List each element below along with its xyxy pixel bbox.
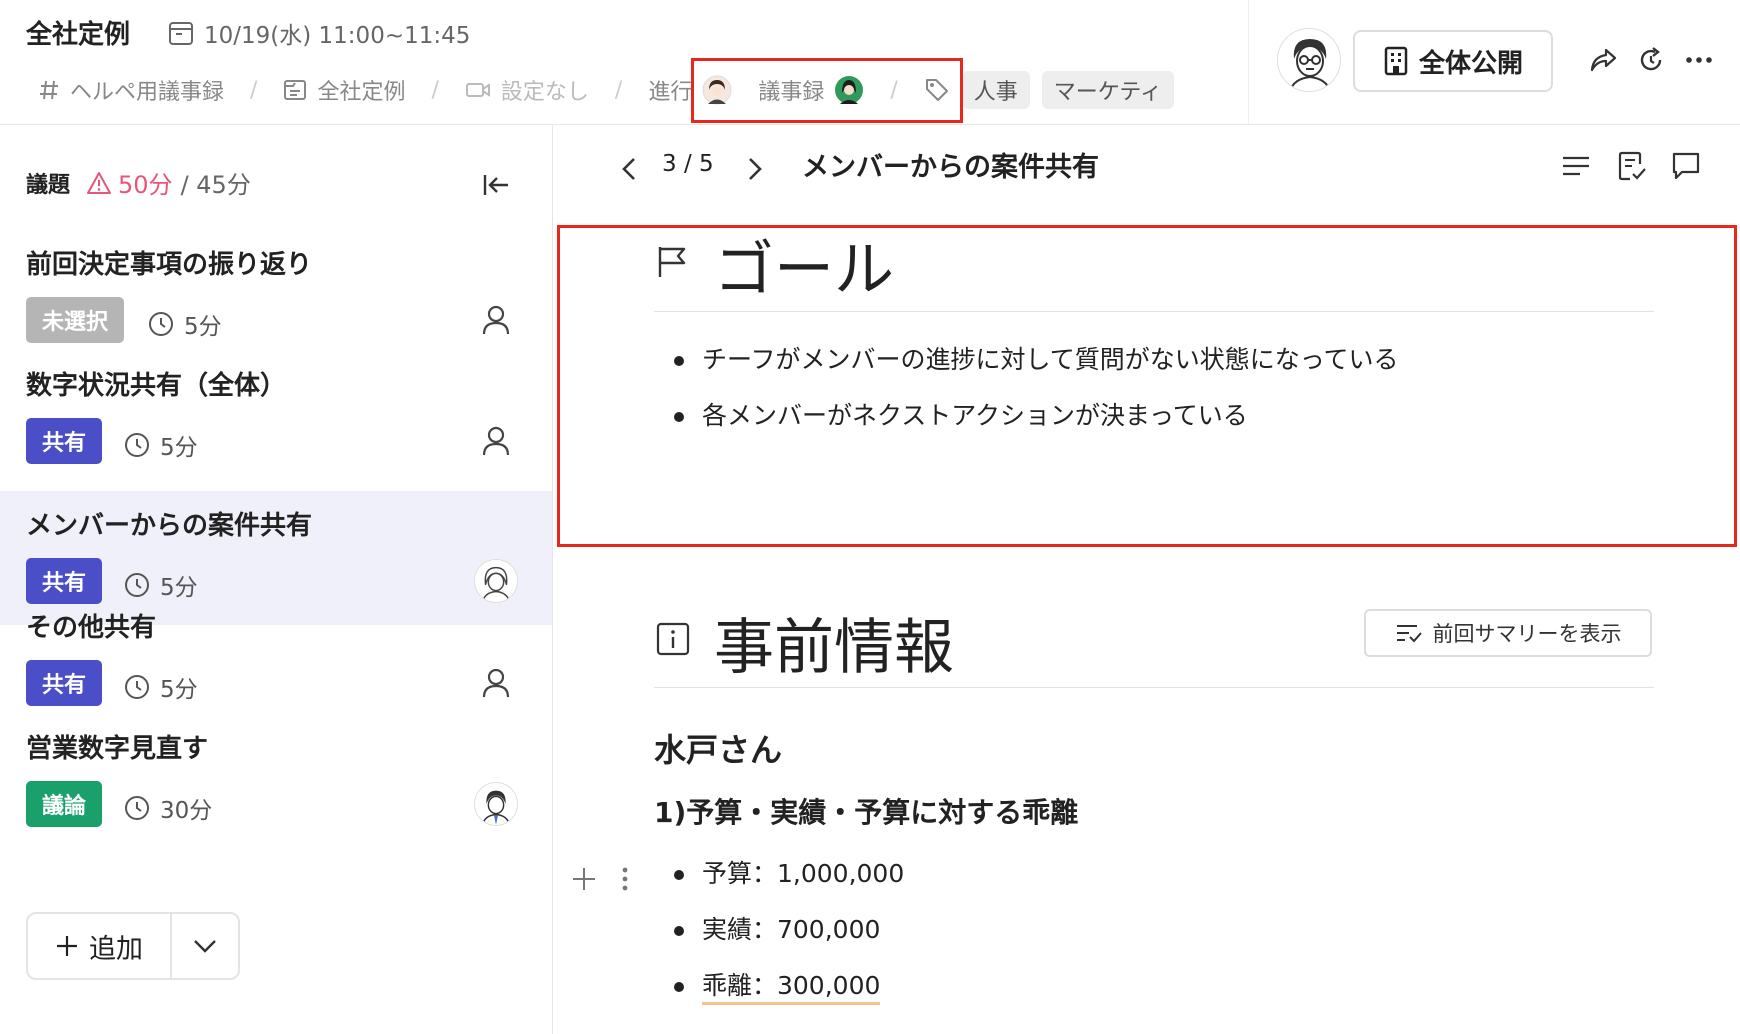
figures-list: 予算：1,000,000 実績：700,000 乖離：300,000 [654, 846, 904, 1014]
add-agenda-group: 追加 [26, 912, 240, 980]
breadcrumb-video[interactable]: 設定なし [465, 74, 589, 106]
agenda-item-title: その他共有 [26, 613, 157, 643]
agenda-heading: 議題 [26, 172, 71, 198]
chevron-right-icon[interactable] [740, 151, 770, 187]
figure-item[interactable]: 実績：700,000 [654, 902, 904, 958]
agenda-item-badge[interactable]: 共有 [26, 660, 103, 706]
breadcrumb-separator: / [250, 77, 258, 103]
agenda-item-badge[interactable]: 共有 [26, 418, 103, 464]
top-header: 全社定例 10/19(水) 11:00~11:45 ヘルペ用議事録 / 全社定例… [0, 0, 1740, 125]
datetime-text: 10/19(水) 11:00~11:45 [204, 23, 471, 49]
annotation-highlight-goal [557, 225, 1737, 547]
figure-item-text: 乖離：300,000 [702, 971, 881, 1005]
tag-chip-0[interactable]: 人事 [961, 71, 1030, 109]
agenda-total-time: / 45分 [180, 171, 251, 199]
clock-icon [124, 432, 150, 458]
agenda-item-title: 数字状況共有（全体） [26, 371, 287, 401]
header-actions: 全体公開 [1248, 0, 1740, 124]
publish-button[interactable]: 全体公開 [1353, 30, 1553, 92]
agenda-item[interactable]: 数字状況共有（全体） 共有 5分 [0, 351, 552, 485]
assignee-avatar[interactable] [474, 782, 518, 826]
breadcrumb: ヘルペ用議事録 / 全社定例 / 設定なし / 進行 議事録 / 人事 マーケテ… [38, 70, 1248, 110]
clock-icon [124, 795, 150, 821]
agenda-item-timer[interactable]: 30分 [124, 791, 212, 825]
agenda-overtime: 50分 [86, 165, 173, 200]
breadcrumb-channel[interactable]: ヘルペ用議事録 [38, 74, 224, 106]
breadcrumb-template[interactable]: 全社定例 [283, 74, 405, 106]
show-summary-button[interactable]: 前回サマリーを表示 [1364, 609, 1652, 657]
share-icon[interactable] [1585, 42, 1621, 78]
agenda-pager: 3 / 5 [662, 151, 714, 177]
divider [654, 687, 1654, 688]
user-icon[interactable] [474, 419, 518, 463]
agenda-sidebar: 議題 50分 / 45分 前回決定事項の振り返り 未選択 5分 数字状況共有（全… [0, 125, 553, 1034]
building-icon [1383, 46, 1409, 76]
agenda-item-timer[interactable]: 5分 [124, 670, 198, 704]
plus-icon [55, 934, 79, 958]
agenda-item[interactable]: その他共有 共有 5分 [0, 593, 552, 727]
agenda-item-badge[interactable]: 未選択 [26, 297, 125, 343]
agenda-header: 議題 50分 / 45分 [26, 165, 251, 200]
breadcrumb-separator: / [614, 77, 623, 103]
add-agenda-button[interactable]: 追加 [28, 914, 172, 978]
refresh-icon[interactable] [1633, 42, 1669, 78]
agenda-item[interactable]: 営業数字見直す 議論 30分 [0, 714, 552, 848]
annotation-highlight-roles [691, 58, 963, 123]
page-title: 全社定例 [26, 20, 131, 50]
breadcrumb-separator: / [431, 77, 439, 103]
warning-icon [86, 171, 112, 195]
calendar-icon [168, 20, 194, 46]
agenda-item-badge[interactable]: 議論 [26, 781, 103, 827]
checklist-icon[interactable] [1616, 150, 1652, 186]
tags-fade [1220, 60, 1250, 110]
drag-handle-icon[interactable] [618, 865, 632, 893]
summary-icon [1395, 622, 1423, 644]
clock-icon [124, 674, 150, 700]
agenda-item-title: メンバーからの案件共有 [26, 511, 313, 541]
user-icon[interactable] [474, 661, 518, 705]
chevron-left-icon[interactable] [614, 151, 644, 187]
pre-info-heading: 事前情報 [714, 613, 954, 683]
section-title: メンバーからの案件共有 [802, 152, 1099, 183]
add-block-icon[interactable] [570, 865, 598, 893]
main-content: 3 / 5 メンバーからの案件共有 ゴール チーフがメンバーの進捗に対して質問が… [554, 125, 1740, 1034]
comment-icon[interactable] [1670, 150, 1706, 186]
meeting-datetime[interactable]: 10/19(水) 11:00~11:45 [168, 16, 470, 50]
video-icon [465, 80, 491, 100]
agenda-item-timer[interactable]: 5分 [124, 428, 198, 462]
subheading: 1)予算・実績・予算に対する乖離 [654, 796, 1079, 829]
agenda-item-timer[interactable]: 5分 [148, 307, 222, 341]
hash-icon [38, 79, 60, 101]
figure-item[interactable]: 予算：1,000,000 [654, 846, 904, 902]
document-icon [283, 79, 307, 101]
toc-icon[interactable] [1560, 150, 1596, 186]
agenda-item[interactable]: 前回決定事項の振り返り 未選択 5分 [0, 230, 552, 364]
agenda-item-title: 前回決定事項の振り返り [26, 250, 313, 280]
chevron-down-icon[interactable] [172, 914, 238, 978]
agenda-item-title: 営業数字見直す [26, 734, 209, 764]
tag-chip-1[interactable]: マーケティ [1041, 71, 1175, 109]
more-icon[interactable] [1681, 42, 1717, 78]
info-icon [656, 622, 690, 656]
user-icon[interactable] [474, 298, 518, 342]
person-heading: 水戸さん [654, 731, 783, 769]
figure-item[interactable]: 乖離：300,000 [654, 958, 904, 1014]
clock-icon [148, 311, 174, 337]
collapse-icon[interactable] [476, 165, 516, 205]
owner-avatar[interactable] [1277, 28, 1341, 92]
